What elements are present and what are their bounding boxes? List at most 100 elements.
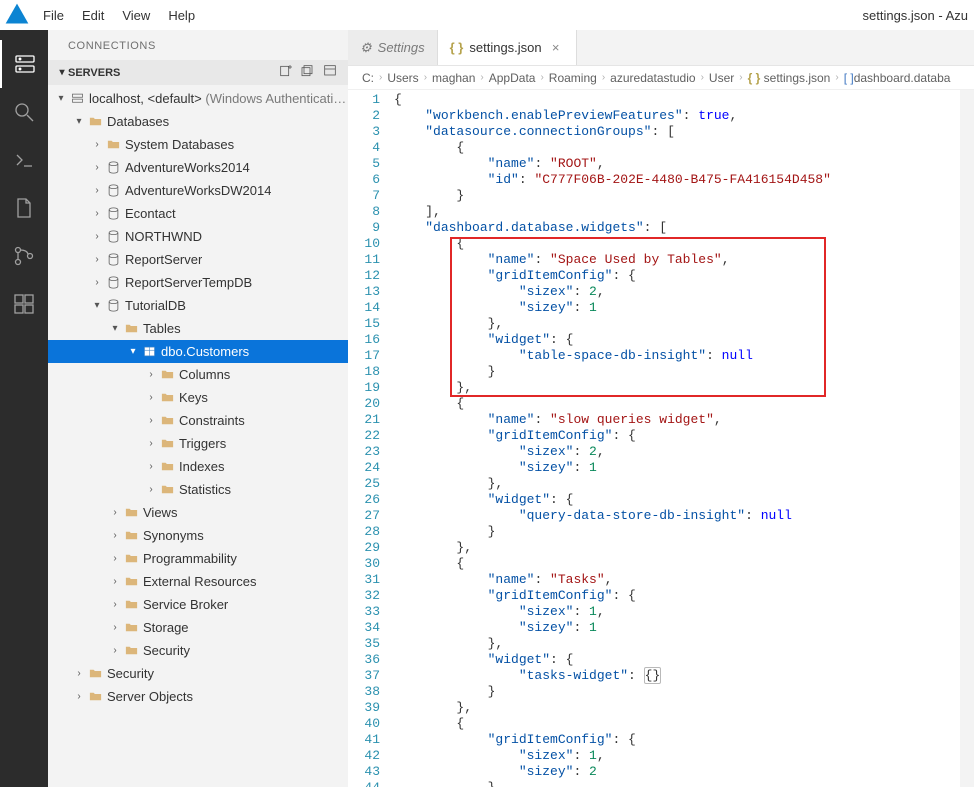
menu-bar: File Edit View Help <box>34 2 204 29</box>
folder-icon <box>158 482 176 497</box>
folder-icon <box>122 321 140 336</box>
folder-icon <box>122 643 140 658</box>
database-icon <box>104 160 122 175</box>
servers-section-header[interactable]: ▾ SERVERS <box>48 60 348 85</box>
editor-group: ⚙ Settings { } settings.json × C:› Users… <box>348 30 974 787</box>
code-editor[interactable]: 1234567891011121314151617181920212223242… <box>348 90 974 787</box>
tree-node[interactable]: ›Keys <box>48 386 348 409</box>
db-node[interactable]: ›AdventureWorks2014 <box>48 156 348 179</box>
databases-node[interactable]: ▾ Databases <box>48 110 348 133</box>
tree-node[interactable]: ›Programmability <box>48 547 348 570</box>
new-connection-icon[interactable] <box>278 63 294 82</box>
tables-node[interactable]: ▾Tables <box>48 317 348 340</box>
tree-node[interactable]: ›Indexes <box>48 455 348 478</box>
chevron-down-icon: ▾ <box>90 300 104 311</box>
table-node-selected[interactable]: ▾dbo.Customers <box>48 340 348 363</box>
tree-node[interactable]: ›Storage <box>48 616 348 639</box>
titlebar: File Edit View Help settings.json - Azu <box>0 0 974 30</box>
databases-label: Databases <box>104 114 169 129</box>
db-node[interactable]: ›Econtact <box>48 202 348 225</box>
activity-terminal-icon[interactable] <box>0 136 48 184</box>
server-node[interactable]: ▾ localhost, <default> (Windows Authenti… <box>48 87 348 110</box>
db-node[interactable]: ›NORTHWND <box>48 225 348 248</box>
filter-icon[interactable] <box>322 63 338 82</box>
database-icon <box>104 298 122 313</box>
db-node[interactable]: ▾TutorialDB <box>48 294 348 317</box>
new-group-icon[interactable] <box>300 63 316 82</box>
database-icon <box>104 183 122 198</box>
folder-icon <box>86 114 104 129</box>
db-node[interactable]: ›ReportServerTempDB <box>48 271 348 294</box>
folder-icon <box>122 597 140 612</box>
tree-node[interactable]: ›Security <box>48 639 348 662</box>
tab-label: Settings <box>378 40 425 55</box>
connections-sidebar: CONNECTIONS ▾ SERVERS ▾ localhost, <defa… <box>48 30 348 787</box>
close-icon[interactable]: × <box>548 40 564 55</box>
app-logo-icon <box>0 0 34 32</box>
folder-icon <box>122 574 140 589</box>
tab-settings[interactable]: ⚙ Settings <box>348 30 438 65</box>
activity-servers-icon[interactable] <box>0 40 48 88</box>
chevron-down-icon: ▾ <box>126 346 140 357</box>
server-icon <box>68 91 86 106</box>
folder-icon <box>104 137 122 152</box>
code-body[interactable]: { "workbench.enablePreviewFeatures": tru… <box>394 90 960 787</box>
folder-icon <box>158 390 176 405</box>
activity-source-control-icon[interactable] <box>0 232 48 280</box>
database-icon <box>104 229 122 244</box>
db-node[interactable]: ›ReportServer <box>48 248 348 271</box>
sidebar-title: CONNECTIONS <box>48 30 348 60</box>
json-icon: { } <box>450 40 464 55</box>
tree-node[interactable]: ›Statistics <box>48 478 348 501</box>
folder-icon <box>122 620 140 635</box>
folder-icon <box>158 413 176 428</box>
chevron-down-icon: ▾ <box>54 93 68 104</box>
chevron-down-icon: ▾ <box>108 323 122 334</box>
editor-scrollbar[interactable] <box>960 90 974 787</box>
tab-label: settings.json <box>469 40 541 55</box>
editor-tabs: ⚙ Settings { } settings.json × <box>348 30 974 66</box>
tree-node[interactable]: ›External Resources <box>48 570 348 593</box>
tree-node[interactable]: ›Triggers <box>48 432 348 455</box>
activity-explorer-icon[interactable] <box>0 184 48 232</box>
menu-file[interactable]: File <box>34 2 73 29</box>
folder-icon <box>158 459 176 474</box>
database-icon <box>104 275 122 290</box>
db-node[interactable]: ›AdventureWorksDW2014 <box>48 179 348 202</box>
folder-icon <box>158 436 176 451</box>
tree-node[interactable]: ›Server Objects <box>48 685 348 708</box>
server-label: localhost, <default> <box>89 91 202 106</box>
tree-node[interactable]: ›Views <box>48 501 348 524</box>
folder-icon <box>86 689 104 704</box>
database-icon <box>104 252 122 267</box>
tree-node[interactable]: ›Columns <box>48 363 348 386</box>
section-label: SERVERS <box>68 67 278 79</box>
window-title: settings.json - Azu <box>863 8 974 23</box>
folder-icon <box>158 367 176 382</box>
activity-search-icon[interactable] <box>0 88 48 136</box>
chevron-down-icon: ▾ <box>56 67 68 78</box>
server-tree[interactable]: ▾ localhost, <default> (Windows Authenti… <box>48 85 348 787</box>
menu-help[interactable]: Help <box>159 2 204 29</box>
menu-edit[interactable]: Edit <box>73 2 113 29</box>
server-detail: (Windows Authenticati… <box>202 91 347 106</box>
tree-node[interactable]: ›Service Broker <box>48 593 348 616</box>
menu-view[interactable]: View <box>113 2 159 29</box>
gear-icon: ⚙ <box>360 40 372 56</box>
table-icon <box>140 344 158 359</box>
folder-icon <box>122 505 140 520</box>
json-icon: { } <box>748 71 761 85</box>
line-numbers: 1234567891011121314151617181920212223242… <box>348 90 394 787</box>
db-node[interactable]: ›System Databases <box>48 133 348 156</box>
tree-node[interactable]: ›Constraints <box>48 409 348 432</box>
folder-icon <box>122 551 140 566</box>
tab-settings-json[interactable]: { } settings.json × <box>438 30 577 65</box>
folder-icon <box>122 528 140 543</box>
tree-node[interactable]: ›Security <box>48 662 348 685</box>
activity-bar <box>0 30 48 787</box>
activity-extensions-icon[interactable] <box>0 280 48 328</box>
database-icon <box>104 206 122 221</box>
tree-node[interactable]: ›Synonyms <box>48 524 348 547</box>
brackets-icon: [ ] <box>844 71 854 85</box>
breadcrumb[interactable]: C:› Users› maghan› AppData› Roaming› azu… <box>348 66 974 90</box>
